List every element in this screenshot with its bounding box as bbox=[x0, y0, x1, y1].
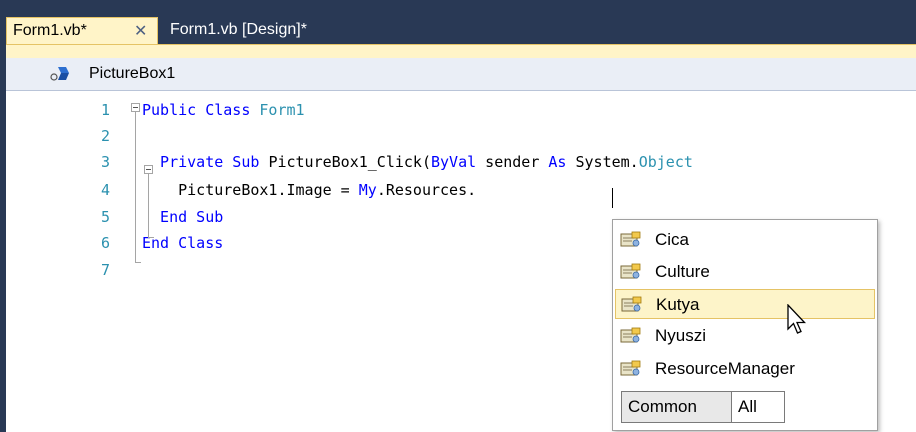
completion-item-cica[interactable]: Cica bbox=[615, 225, 875, 255]
tab-form1-vb[interactable]: Form1.vb* ✕ bbox=[6, 17, 158, 44]
completion-item-culture[interactable]: Culture bbox=[615, 257, 875, 287]
code-token: sender bbox=[476, 153, 549, 171]
property-icon bbox=[620, 327, 641, 343]
navigation-bar: PictureBox1 bbox=[6, 58, 916, 91]
code-token: As bbox=[548, 153, 567, 171]
outline-line bbox=[135, 112, 136, 263]
property-icon bbox=[621, 296, 642, 312]
code-token: Form1 bbox=[259, 101, 305, 119]
code-token: End Sub bbox=[142, 208, 224, 226]
intellisense-completion-list[interactable]: Cica Culture Kutya Nyuszi ResourceManager Co… bbox=[612, 219, 878, 431]
code-line[interactable]: End Class bbox=[142, 234, 223, 252]
line-number: 7 bbox=[100, 261, 110, 279]
completion-item-nyuszi[interactable]: Nyuszi bbox=[615, 321, 875, 351]
completion-item-label: Kutya bbox=[656, 295, 700, 314]
code-line[interactable]: End Sub bbox=[142, 208, 223, 226]
outline-end-tick bbox=[148, 237, 154, 238]
code-token: PictureBox1.Image = bbox=[142, 181, 359, 199]
code-token: System. bbox=[566, 153, 639, 171]
code-token: Private Sub bbox=[142, 153, 269, 171]
property-icon bbox=[620, 231, 641, 247]
property-icon bbox=[620, 263, 641, 279]
tab-label: Form1.vb* bbox=[13, 22, 87, 39]
property-icon bbox=[620, 360, 641, 376]
outline-end-tick bbox=[135, 262, 141, 263]
text-caret bbox=[612, 188, 613, 208]
code-token: ByVal bbox=[431, 153, 477, 171]
code-token: Object bbox=[638, 153, 693, 171]
completion-item-kutya[interactable]: Kutya bbox=[615, 289, 875, 319]
outline-line bbox=[148, 174, 149, 238]
code-line[interactable]: PictureBox1.Image = My.Resources. bbox=[142, 181, 476, 199]
collapse-class-icon[interactable] bbox=[131, 103, 140, 112]
completion-item-label: ResourceManager bbox=[655, 359, 795, 378]
code-token: Public Class bbox=[142, 101, 260, 119]
line-number: 3 bbox=[100, 153, 110, 171]
completion-item-label: Cica bbox=[655, 230, 690, 249]
code-token: .Resources. bbox=[376, 181, 477, 199]
tab-label: Form1.vb [Design]* bbox=[170, 21, 307, 38]
object-selector[interactable]: PictureBox1 bbox=[89, 65, 175, 83]
completion-item-label: Culture bbox=[655, 262, 710, 281]
line-number: 4 bbox=[100, 181, 110, 199]
tab-accent-bar bbox=[6, 44, 916, 58]
line-number: 5 bbox=[100, 208, 110, 226]
completion-item-label: Nyuszi bbox=[655, 326, 707, 345]
code-token: My bbox=[358, 181, 377, 199]
completion-item-resourcemanager[interactable]: ResourceManager bbox=[615, 354, 875, 384]
code-line[interactable]: Public Class Form1 bbox=[142, 101, 305, 119]
common-filter-tab[interactable]: Common bbox=[621, 391, 732, 423]
close-tab-icon[interactable]: ✕ bbox=[134, 21, 147, 41]
mouse-pointer-icon bbox=[787, 304, 807, 334]
all-filter-tab[interactable]: All bbox=[732, 391, 785, 423]
code-token: End Class bbox=[142, 234, 224, 252]
code-token: PictureBox1_Click( bbox=[268, 153, 431, 171]
line-number: 2 bbox=[100, 127, 110, 145]
line-number: 1 bbox=[100, 101, 110, 119]
field-icon bbox=[50, 67, 69, 81]
code-line[interactable]: Private Sub PictureBox1_Click(ByVal send… bbox=[142, 153, 693, 171]
collapse-sub-icon[interactable] bbox=[144, 165, 153, 174]
line-number: 6 bbox=[100, 234, 110, 252]
